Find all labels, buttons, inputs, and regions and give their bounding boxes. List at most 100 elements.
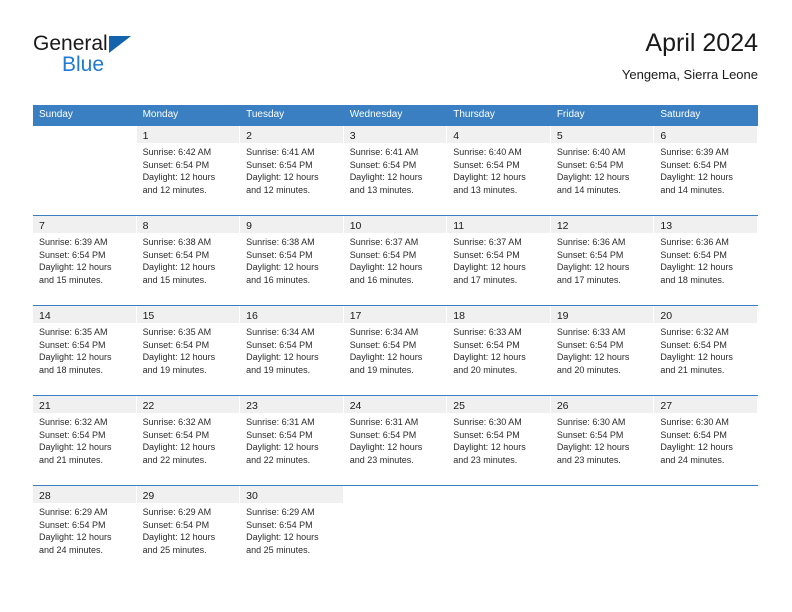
daylight-text-cont: and 16 minutes.	[349, 274, 414, 285]
day-number: 26	[556, 400, 569, 412]
daylight-text-cont: and 23 minutes.	[349, 454, 414, 465]
day-cell[interactable]: 5 Sunrise: 6:40 AM Sunset: 6:54 PM Dayli…	[550, 126, 655, 214]
day-details: Sunrise: 6:29 AM Sunset: 6:54 PM Dayligh…	[137, 503, 240, 556]
day-cell[interactable]: 7 Sunrise: 6:39 AM Sunset: 6:54 PM Dayli…	[33, 216, 137, 304]
day-cell[interactable]: 17 Sunrise: 6:34 AM Sunset: 6:54 PM Dayl…	[343, 306, 448, 394]
daylight-text: Daylight: 12 hours	[453, 352, 526, 363]
daylight-text: Daylight: 12 hours	[246, 262, 319, 273]
day-number-band: 22	[136, 396, 240, 413]
day-cell[interactable]: 11 Sunrise: 6:37 AM Sunset: 6:54 PM Dayl…	[447, 216, 551, 304]
day-details: Sunrise: 6:37 AM Sunset: 6:54 PM Dayligh…	[447, 233, 550, 286]
day-number-band: 3	[343, 126, 447, 143]
day-number: 2	[246, 130, 252, 142]
day-cell[interactable]: 23 Sunrise: 6:31 AM Sunset: 6:54 PM Dayl…	[240, 396, 344, 484]
day-cell[interactable]: 29 Sunrise: 6:29 AM Sunset: 6:54 PM Dayl…	[136, 486, 241, 574]
day-cell[interactable]: 12 Sunrise: 6:36 AM Sunset: 6:54 PM Dayl…	[550, 216, 655, 304]
sunrise-text: Sunrise: 6:39 AM	[660, 147, 729, 157]
day-number: 16	[246, 310, 258, 322]
day-number-band: 8	[136, 216, 240, 233]
day-details: Sunrise: 6:40 AM Sunset: 6:54 PM Dayligh…	[447, 143, 550, 196]
sunset-text: Sunset: 6:54 PM	[660, 429, 727, 440]
daylight-text-cont: and 21 minutes.	[39, 454, 104, 465]
day-number-band	[551, 486, 654, 503]
daylight-text-cont: and 14 minutes.	[660, 184, 725, 195]
sunset-text: Sunset: 6:54 PM	[660, 339, 727, 350]
day-number-band: 16	[240, 306, 343, 323]
sunset-text: Sunset: 6:54 PM	[142, 249, 210, 260]
daylight-text: Daylight: 12 hours	[246, 442, 319, 453]
day-number-band: 19	[550, 306, 654, 323]
sunrise-text: Sunrise: 6:35 AM	[39, 327, 108, 337]
daylight-text: Daylight: 12 hours	[39, 532, 112, 543]
day-number-band: 13	[654, 216, 757, 233]
sunset-text: Sunset: 6:54 PM	[349, 429, 417, 440]
daylight-text-cont: and 20 minutes.	[453, 364, 518, 375]
week-row: 28 Sunrise: 6:29 AM Sunset: 6:54 PM Dayl…	[33, 485, 758, 575]
generalblue-logo[interactable]: General Blue	[33, 32, 253, 88]
day-cell	[447, 486, 551, 574]
daylight-text-cont: and 12 minutes.	[142, 184, 207, 195]
day-details: Sunrise: 6:32 AM Sunset: 6:54 PM Dayligh…	[137, 413, 240, 466]
day-details: Sunrise: 6:34 AM Sunset: 6:54 PM Dayligh…	[240, 323, 343, 376]
day-cell[interactable]: 16 Sunrise: 6:34 AM Sunset: 6:54 PM Dayl…	[240, 306, 344, 394]
sunset-text: Sunset: 6:54 PM	[660, 159, 727, 170]
sunset-text: Sunset: 6:54 PM	[556, 429, 624, 440]
sunrise-text: Sunrise: 6:29 AM	[246, 507, 315, 517]
week-row: 21 Sunrise: 6:32 AM Sunset: 6:54 PM Dayl…	[33, 395, 758, 485]
day-number: 12	[556, 220, 569, 232]
day-cell[interactable]: 21 Sunrise: 6:32 AM Sunset: 6:54 PM Dayl…	[33, 396, 137, 484]
sunrise-text: Sunrise: 6:36 AM	[660, 237, 729, 247]
day-cell[interactable]: 24 Sunrise: 6:31 AM Sunset: 6:54 PM Dayl…	[343, 396, 448, 484]
day-cell[interactable]: 9 Sunrise: 6:38 AM Sunset: 6:54 PM Dayli…	[240, 216, 344, 304]
day-cell[interactable]: 20 Sunrise: 6:32 AM Sunset: 6:54 PM Dayl…	[654, 306, 758, 394]
calendar-page: General Blue April 2024 Yengema, Sierra …	[0, 0, 792, 612]
day-number: 15	[142, 310, 155, 322]
daylight-text: Daylight: 12 hours	[660, 172, 733, 183]
day-number: 21	[39, 400, 51, 412]
sunset-text: Sunset: 6:54 PM	[39, 249, 106, 260]
day-details: Sunrise: 6:37 AM Sunset: 6:54 PM Dayligh…	[344, 233, 447, 286]
sunrise-text: Sunrise: 6:37 AM	[453, 237, 522, 247]
daylight-text-cont: and 24 minutes.	[39, 544, 104, 555]
day-cell[interactable]: 8 Sunrise: 6:38 AM Sunset: 6:54 PM Dayli…	[136, 216, 241, 304]
day-number-band: 11	[447, 216, 550, 233]
day-cell[interactable]: 22 Sunrise: 6:32 AM Sunset: 6:54 PM Dayl…	[136, 396, 241, 484]
sunset-text: Sunset: 6:54 PM	[556, 249, 624, 260]
day-cell[interactable]: 1 Sunrise: 6:42 AM Sunset: 6:54 PM Dayli…	[136, 126, 241, 214]
daylight-text-cont: and 16 minutes.	[246, 274, 311, 285]
daylight-text: Daylight: 12 hours	[142, 532, 216, 543]
week-row: 14 Sunrise: 6:35 AM Sunset: 6:54 PM Dayl…	[33, 305, 758, 395]
day-number-band: 6	[654, 126, 757, 143]
day-number-band: 9	[240, 216, 343, 233]
day-cell[interactable]: 14 Sunrise: 6:35 AM Sunset: 6:54 PM Dayl…	[33, 306, 137, 394]
day-details: Sunrise: 6:29 AM Sunset: 6:54 PM Dayligh…	[33, 503, 136, 556]
weekday-header-monday: Monday	[142, 109, 179, 120]
sunrise-text: Sunrise: 6:31 AM	[246, 417, 315, 427]
day-cell[interactable]: 6 Sunrise: 6:39 AM Sunset: 6:54 PM Dayli…	[654, 126, 758, 214]
day-number: 28	[39, 490, 51, 502]
day-cell	[551, 486, 655, 574]
day-details	[33, 143, 136, 146]
day-details: Sunrise: 6:36 AM Sunset: 6:54 PM Dayligh…	[654, 233, 757, 286]
day-cell[interactable]: 2 Sunrise: 6:41 AM Sunset: 6:54 PM Dayli…	[240, 126, 344, 214]
day-cell[interactable]: 15 Sunrise: 6:35 AM Sunset: 6:54 PM Dayl…	[136, 306, 241, 394]
day-details: Sunrise: 6:32 AM Sunset: 6:54 PM Dayligh…	[33, 413, 136, 466]
day-details: Sunrise: 6:32 AM Sunset: 6:54 PM Dayligh…	[654, 323, 757, 376]
day-cell[interactable]: 28 Sunrise: 6:29 AM Sunset: 6:54 PM Dayl…	[33, 486, 137, 574]
day-number-band: 28	[33, 486, 136, 503]
day-cell[interactable]: 10 Sunrise: 6:37 AM Sunset: 6:54 PM Dayl…	[343, 216, 448, 304]
day-cell[interactable]: 27 Sunrise: 6:30 AM Sunset: 6:54 PM Dayl…	[654, 396, 758, 484]
day-cell[interactable]: 30 Sunrise: 6:29 AM Sunset: 6:54 PM Dayl…	[240, 486, 344, 574]
daylight-text: Daylight: 12 hours	[453, 262, 526, 273]
sunset-text: Sunset: 6:54 PM	[556, 159, 624, 170]
day-cell[interactable]: 19 Sunrise: 6:33 AM Sunset: 6:54 PM Dayl…	[550, 306, 655, 394]
sunrise-text: Sunrise: 6:33 AM	[556, 327, 626, 337]
day-cell[interactable]: 4 Sunrise: 6:40 AM Sunset: 6:54 PM Dayli…	[447, 126, 551, 214]
day-cell[interactable]: 26 Sunrise: 6:30 AM Sunset: 6:54 PM Dayl…	[550, 396, 655, 484]
day-cell[interactable]: 13 Sunrise: 6:36 AM Sunset: 6:54 PM Dayl…	[654, 216, 758, 304]
day-cell[interactable]: 25 Sunrise: 6:30 AM Sunset: 6:54 PM Dayl…	[447, 396, 551, 484]
day-cell[interactable]: 18 Sunrise: 6:33 AM Sunset: 6:54 PM Dayl…	[447, 306, 551, 394]
sunset-text: Sunset: 6:54 PM	[453, 159, 520, 170]
day-number: 13	[660, 220, 673, 232]
day-cell[interactable]: 3 Sunrise: 6:41 AM Sunset: 6:54 PM Dayli…	[343, 126, 448, 214]
